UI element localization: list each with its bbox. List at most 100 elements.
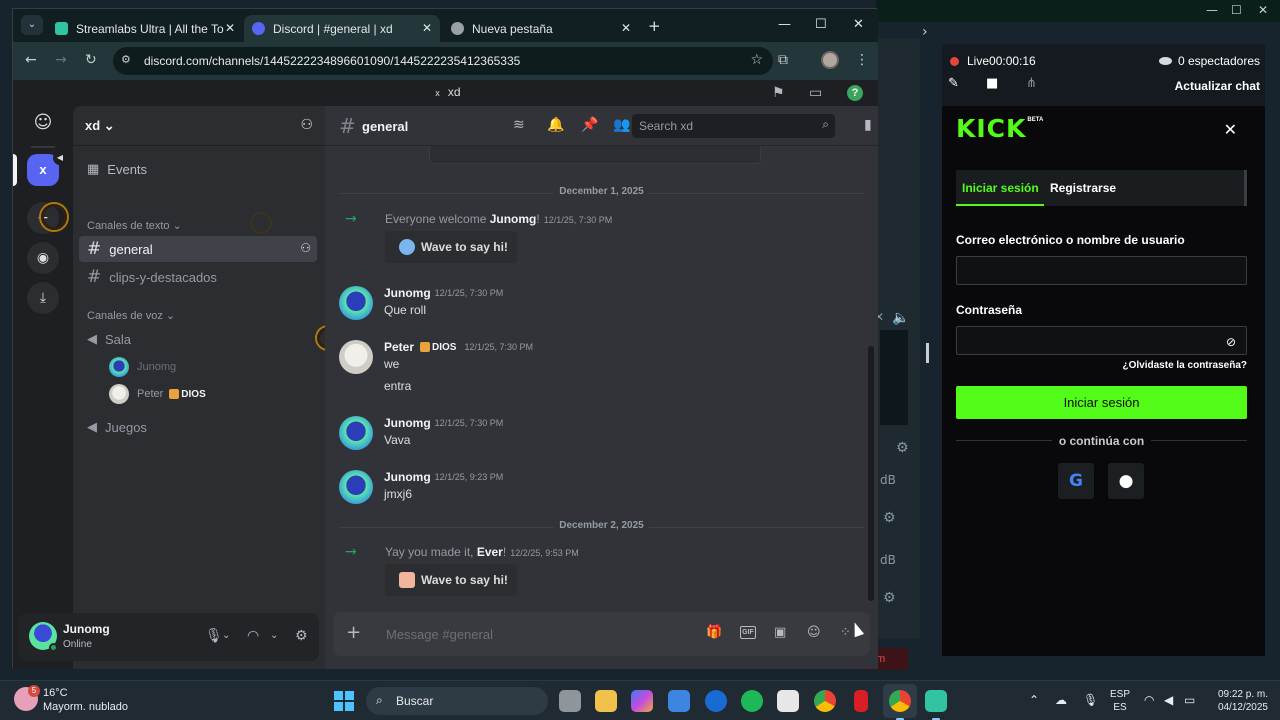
emoji-icon[interactable]: ☺: [807, 625, 821, 640]
gear-icon[interactable]: ⚙: [295, 628, 308, 644]
bookmark-icon[interactable]: ▮: [864, 117, 872, 133]
close-icon[interactable]: ✕: [1258, 3, 1268, 17]
reload-icon[interactable]: ↻: [85, 52, 97, 68]
add-user-icon[interactable]: ⚇: [300, 241, 311, 255]
chevron-down-icon[interactable]: ⌄: [270, 630, 278, 641]
store-icon[interactable]: [668, 690, 690, 712]
weather-temperature[interactable]: 16°C: [43, 687, 68, 699]
chevron-right-icon[interactable]: ›: [922, 24, 928, 40]
streamlabs-icon[interactable]: [925, 690, 947, 712]
battery-icon[interactable]: ▭: [1184, 693, 1195, 707]
voice-user[interactable]: Junomg: [109, 357, 176, 377]
netflix-icon[interactable]: [854, 690, 868, 712]
category-text[interactable]: Canales de texto ⌄: [87, 219, 182, 232]
copilot-icon[interactable]: [631, 690, 653, 712]
taskbar-search[interactable]: ⌕ Buscar: [366, 687, 548, 715]
help-icon[interactable]: ?: [847, 85, 863, 101]
site-info-icon[interactable]: ⚙: [121, 53, 131, 66]
gift-icon[interactable]: 🎁: [706, 625, 722, 640]
tab-search-icon[interactable]: ⌄: [21, 15, 43, 35]
close-icon[interactable]: ✕: [225, 21, 235, 35]
dell-icon[interactable]: [705, 690, 727, 712]
events-item[interactable]: ▦ Events: [87, 162, 147, 177]
discover-icon[interactable]: ◉: [27, 242, 59, 274]
members-icon[interactable]: 👥: [613, 117, 630, 133]
category-voice[interactable]: Canales de voz ⌄: [87, 309, 175, 322]
headphones-icon[interactable]: ◠: [247, 628, 259, 644]
author-name[interactable]: Junomg: [384, 416, 431, 430]
eye-off-icon[interactable]: ⊘: [1226, 335, 1236, 349]
file-explorer-icon[interactable]: [595, 690, 617, 712]
message-input[interactable]: Message #general: [386, 627, 493, 642]
claro-icon[interactable]: [777, 690, 799, 712]
microphone-icon[interactable]: 🎙: [1083, 693, 1098, 707]
language-indicator[interactable]: ESP ES: [1110, 688, 1130, 714]
gear-icon[interactable]: ⚙: [883, 510, 896, 526]
bell-icon[interactable]: 🔔: [547, 117, 564, 133]
username[interactable]: Junomg: [63, 622, 110, 636]
gear-icon[interactable]: ⚙: [896, 440, 909, 456]
voice-channel-juegos[interactable]: ◀ Juegos: [79, 414, 317, 440]
star-icon[interactable]: ☆: [750, 52, 763, 68]
gif-icon[interactable]: GIF: [740, 626, 756, 639]
tab-login[interactable]: Iniciar sesión: [962, 181, 1039, 195]
tab-new[interactable]: Nueva pestaña ✕: [443, 15, 639, 42]
close-icon[interactable]: ✕: [422, 21, 432, 35]
clock[interactable]: 09:22 p. m. 04/12/2025: [1208, 688, 1268, 714]
apps-icon[interactable]: ⁘: [840, 625, 851, 640]
windows-start-icon[interactable]: [334, 691, 354, 711]
cloud-icon[interactable]: ☁: [1055, 693, 1067, 707]
wifi-icon[interactable]: ◠: [1144, 693, 1154, 707]
channel-clips[interactable]: # clips-y-destacados: [79, 264, 317, 290]
extensions-icon[interactable]: ⧉: [778, 52, 788, 68]
login-button[interactable]: Iniciar sesión: [956, 386, 1247, 419]
resize-handle[interactable]: [926, 343, 929, 363]
chat-scrollbar[interactable]: [868, 346, 874, 601]
sticker-icon[interactable]: ▣: [774, 625, 786, 640]
minimize-icon[interactable]: —: [778, 17, 791, 32]
refresh-chat-button[interactable]: Actualizar chat: [1175, 79, 1260, 93]
password-field[interactable]: ⊘: [956, 326, 1247, 355]
channel-general[interactable]: # general ⚇: [79, 236, 317, 262]
maximize-icon[interactable]: ☐: [1231, 3, 1242, 17]
pencil-icon[interactable]: ✎: [948, 76, 959, 91]
tab-streamlabs[interactable]: Streamlabs Ultra | All the Tools ✕: [47, 15, 243, 42]
spotify-icon[interactable]: [741, 690, 763, 712]
avatar[interactable]: [339, 470, 373, 504]
tab-discord[interactable]: Discord | #general | xd ✕: [244, 15, 440, 42]
attach-plus-icon[interactable]: +: [346, 622, 361, 643]
back-icon[interactable]: ←: [25, 52, 37, 68]
new-tab-icon[interactable]: +: [648, 17, 661, 35]
close-icon[interactable]: ✕: [853, 17, 864, 32]
author-name[interactable]: Peter: [384, 340, 414, 354]
forward-icon[interactable]: →: [55, 52, 67, 68]
author-name[interactable]: Junomg: [384, 470, 431, 484]
gear-icon[interactable]: ⚙: [883, 590, 896, 606]
volume-icon[interactable]: ◀: [1164, 693, 1173, 707]
inbox-icon[interactable]: ▭: [809, 85, 822, 101]
chrome-icon[interactable]: [814, 690, 836, 712]
wave-button[interactable]: Wave to say hi!: [385, 564, 517, 596]
forgot-password-link[interactable]: ¿Olvidaste la contraseña?: [1123, 360, 1248, 371]
tab-register[interactable]: Registrarse: [1050, 181, 1116, 195]
weather-description[interactable]: Mayorm. nublado: [43, 701, 128, 713]
avatar[interactable]: [339, 340, 373, 374]
chevron-down-icon[interactable]: ⌄: [222, 630, 230, 641]
google-login-button[interactable]: G: [1058, 463, 1094, 499]
chrome-icon[interactable]: [889, 690, 911, 712]
close-icon[interactable]: ✕: [1224, 120, 1237, 139]
username-field[interactable]: [956, 256, 1247, 285]
apple-login-button[interactable]: ●: [1108, 463, 1144, 499]
search-input[interactable]: Search xd ⌕: [632, 114, 835, 138]
threads-icon[interactable]: ≋: [513, 117, 525, 133]
server-header[interactable]: xd ⌄ ⚇: [73, 106, 325, 146]
avatar[interactable]: [339, 416, 373, 450]
avatar[interactable]: [339, 286, 373, 320]
voice-user[interactable]: Peter DIOS: [109, 384, 206, 404]
author-name[interactable]: Junomg: [384, 286, 431, 300]
minimize-icon[interactable]: —: [1206, 3, 1218, 17]
wave-button[interactable]: Wave to say hi!: [385, 231, 517, 263]
flag-icon[interactable]: ⚑: [772, 85, 785, 101]
avatar[interactable]: [821, 51, 839, 69]
speaker-icon[interactable]: 🔈: [892, 310, 909, 326]
